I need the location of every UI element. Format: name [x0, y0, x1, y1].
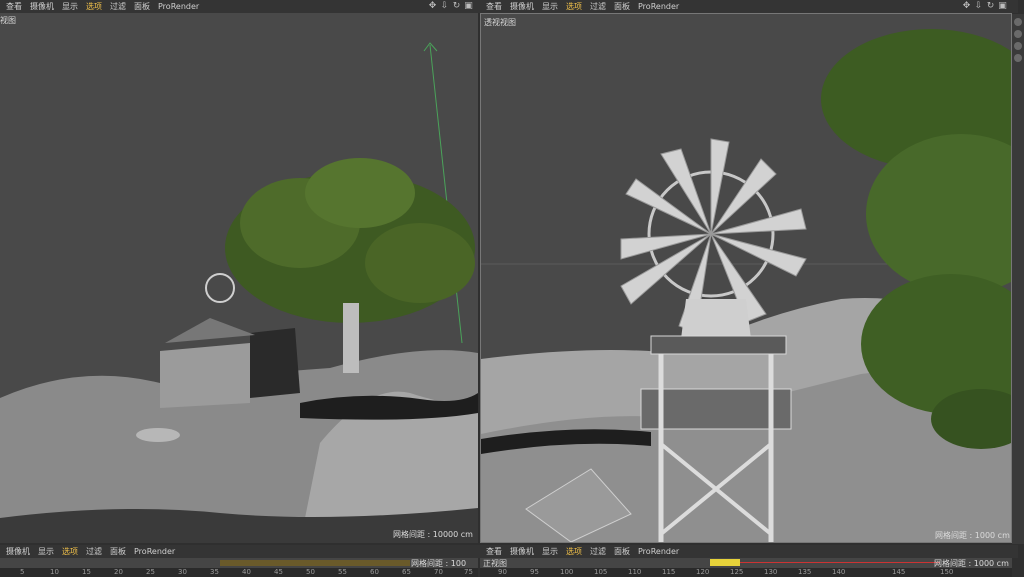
left-scene	[0, 42, 478, 543]
ruler-tick: 40	[242, 568, 251, 576]
ruler-tick: 60	[370, 568, 379, 576]
viewport-label: 正视图	[483, 559, 507, 568]
menu-panel[interactable]: 面板	[110, 546, 126, 557]
ruler-tick: 135	[798, 568, 812, 576]
menu-options[interactable]: 选项	[566, 1, 582, 12]
ruler-tick: 95	[530, 568, 539, 576]
menu-display[interactable]: 显示	[542, 546, 558, 557]
grid-spacing-label: 网格间距 : 10000 cm	[393, 530, 473, 539]
move-icon[interactable]: ✥	[428, 2, 437, 11]
toolbar-dot-icon[interactable]	[1014, 54, 1022, 62]
ruler-tick: 25	[146, 568, 155, 576]
menu-filter[interactable]: 过滤	[590, 546, 606, 557]
bottom-left-viewport[interactable]: 网格间距 : 100 cm	[0, 558, 478, 568]
bottom-left-menubar: 摄像机 显示 选项 过滤 面板 ProRender	[0, 545, 484, 558]
menu-prorender[interactable]: ProRender	[158, 2, 199, 11]
ruler-tick: 50	[306, 568, 315, 576]
menu-view[interactable]: 查看	[486, 546, 502, 557]
left-viewport[interactable]: 视图 网格间距 : 10000 cm	[0, 13, 478, 543]
timeline-marker	[710, 559, 740, 566]
right-nav-icons: ✥ ⇩ ↻ ▣	[962, 0, 1007, 13]
left-viewport-menubar: 查看 摄像机 显示 选项 过滤 面板 ProRender	[0, 0, 484, 13]
menu-display[interactable]: 显示	[542, 1, 558, 12]
timeline-range-line	[740, 562, 940, 563]
menu-options[interactable]: 选项	[62, 546, 78, 557]
ruler-tick: 15	[82, 568, 91, 576]
menu-filter[interactable]: 过滤	[110, 1, 126, 12]
ruler-tick: 55	[338, 568, 347, 576]
ruler-tick: 20	[114, 568, 123, 576]
down-arrow-icon[interactable]: ⇩	[974, 2, 983, 11]
ruler-tick: 30	[178, 568, 187, 576]
menu-camera[interactable]: 摄像机	[6, 546, 30, 557]
toolbar-dot-icon[interactable]	[1014, 42, 1022, 50]
grid-spacing-label: 网格间距 : 100 cm	[411, 559, 467, 568]
bottom-right-ruler: 90 95 100 105 110 115 120 125 130 135 14…	[480, 568, 1012, 577]
ruler-tick: 105	[594, 568, 608, 576]
menu-camera[interactable]: 摄像机	[510, 546, 534, 557]
menu-filter[interactable]: 过滤	[590, 1, 606, 12]
toolbar-dot-icon[interactable]	[1014, 18, 1022, 26]
menu-camera[interactable]: 摄像机	[30, 1, 54, 12]
right-viewport-menubar: 查看 摄像机 显示 选项 过滤 面板 ProRender	[480, 0, 1018, 13]
ruler-tick: 120	[696, 568, 710, 576]
ruler-tick: 45	[274, 568, 283, 576]
down-arrow-icon[interactable]: ⇩	[440, 2, 449, 11]
ruler-tick: 145	[892, 568, 906, 576]
ruler-tick: 100	[560, 568, 574, 576]
ruler-tick: 115	[662, 568, 676, 576]
right-scene	[481, 29, 1011, 542]
grid-spacing-label: 网格间距 : 1000 cm	[934, 559, 1009, 568]
maximize-icon[interactable]: ▣	[998, 2, 1007, 11]
timeline-strip	[220, 560, 410, 566]
menu-view[interactable]: 查看	[6, 1, 22, 12]
rotate-icon[interactable]: ↻	[452, 2, 461, 11]
grid-spacing-label: 网格间距 : 1000 cm	[935, 531, 1010, 540]
menu-display[interactable]: 显示	[38, 546, 54, 557]
menu-display[interactable]: 显示	[62, 1, 78, 12]
right-viewport[interactable]: 透视视图 网格间距: 1000 cm	[480, 13, 1012, 543]
toolbar-dot-icon[interactable]	[1014, 30, 1022, 38]
menu-panel[interactable]: 面板	[614, 546, 630, 557]
ruler-tick: 70	[434, 568, 443, 576]
ruler-tick: 130	[764, 568, 778, 576]
rotate-icon[interactable]: ↻	[986, 2, 995, 11]
bottom-right-viewport[interactable]: 正视图 网格间距 : 1000 cm	[480, 558, 1012, 568]
move-icon[interactable]: ✥	[962, 2, 971, 11]
menu-prorender[interactable]: ProRender	[638, 2, 679, 11]
menu-prorender[interactable]: ProRender	[638, 547, 679, 556]
ruler-tick: 150	[940, 568, 954, 576]
ruler-tick: 75	[464, 568, 473, 576]
menu-options[interactable]: 选项	[566, 546, 582, 557]
menu-panel[interactable]: 面板	[134, 1, 150, 12]
ruler-tick: 35	[210, 568, 219, 576]
left-nav-icons: ✥ ⇩ ↻ ▣	[428, 0, 473, 13]
ruler-tick: 140	[832, 568, 846, 576]
ruler-tick: 90	[498, 568, 507, 576]
menu-view[interactable]: 查看	[486, 1, 502, 12]
maximize-icon[interactable]: ▣	[464, 2, 473, 11]
bottom-left-ruler: 5 10 15 20 25 30 35 40 45 50 55 60 65 70…	[0, 568, 478, 577]
ruler-tick: 5	[20, 568, 25, 576]
ruler-tick: 125	[730, 568, 744, 576]
ruler-tick: 10	[50, 568, 59, 576]
bottom-right-menubar: 查看 摄像机 显示 选项 过滤 面板 ProRender	[480, 545, 1018, 558]
menu-camera[interactable]: 摄像机	[510, 1, 534, 12]
menu-options[interactable]: 选项	[86, 1, 102, 12]
menu-filter[interactable]: 过滤	[86, 546, 102, 557]
menu-panel[interactable]: 面板	[614, 1, 630, 12]
ruler-tick: 110	[628, 568, 642, 576]
ruler-tick: 65	[402, 568, 411, 576]
menu-prorender[interactable]: ProRender	[134, 547, 175, 556]
right-side-toolbar	[1012, 14, 1024, 544]
